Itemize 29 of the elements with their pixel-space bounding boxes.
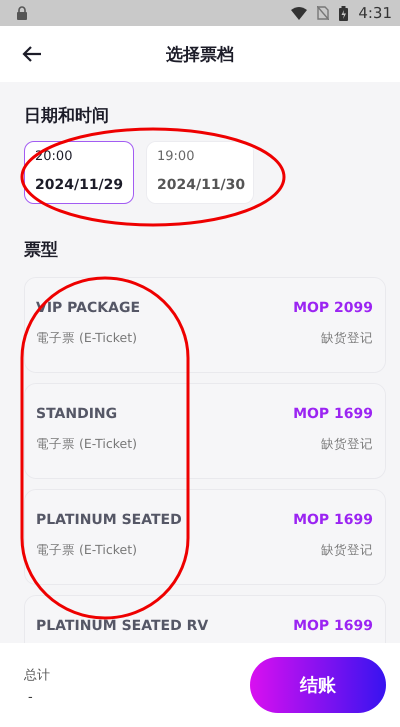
- ticket-card[interactable]: STANDING MOP 1699 電子票 (E-Ticket) 缺货登记: [24, 383, 386, 479]
- ticket-status: 缺货登记: [321, 436, 373, 453]
- ticket-type: 電子票 (E-Ticket): [36, 436, 137, 453]
- ticket-card[interactable]: PLATINUM SEATED RV MOP 1699: [24, 595, 386, 643]
- ticket-name: PLATINUM SEATED RV: [36, 618, 208, 634]
- section-title: 票型: [24, 240, 58, 260]
- page-title: 选择票档: [166, 44, 234, 66]
- ticket-price: MOP 1699: [293, 618, 373, 634]
- total-label: 总计: [24, 666, 50, 684]
- ticket-type: 電子票 (E-Ticket): [36, 542, 137, 559]
- status-time: 4:31: [358, 4, 392, 22]
- section-title: 日期和时间: [24, 105, 110, 127]
- ticket-price: MOP 1699: [293, 406, 373, 422]
- ticket-type: 電子票 (E-Ticket): [36, 330, 137, 347]
- date-option[interactable]: 20:00 2024/11/29: [24, 141, 134, 204]
- checkout-button[interactable]: 结账: [250, 657, 386, 713]
- ticket-name: PLATINUM SEATED: [36, 512, 182, 528]
- ticket-status: 缺货登记: [321, 330, 373, 347]
- ticket-price: MOP 1699: [293, 512, 373, 528]
- total-value: -: [27, 690, 34, 704]
- ticket-card[interactable]: PLATINUM SEATED MOP 1699 電子票 (E-Ticket) 缺货登记: [24, 489, 386, 585]
- lock-icon: [16, 6, 28, 20]
- wifi-icon: [291, 6, 308, 20]
- ticket-name: STANDING: [36, 406, 118, 422]
- battery-icon: [339, 6, 348, 20]
- ticket-price: MOP 2099: [293, 300, 373, 316]
- date-option[interactable]: 19:00 2024/11/30: [146, 141, 254, 204]
- no-sim-icon: [317, 6, 330, 20]
- ticket-status: 缺货登记: [321, 542, 373, 559]
